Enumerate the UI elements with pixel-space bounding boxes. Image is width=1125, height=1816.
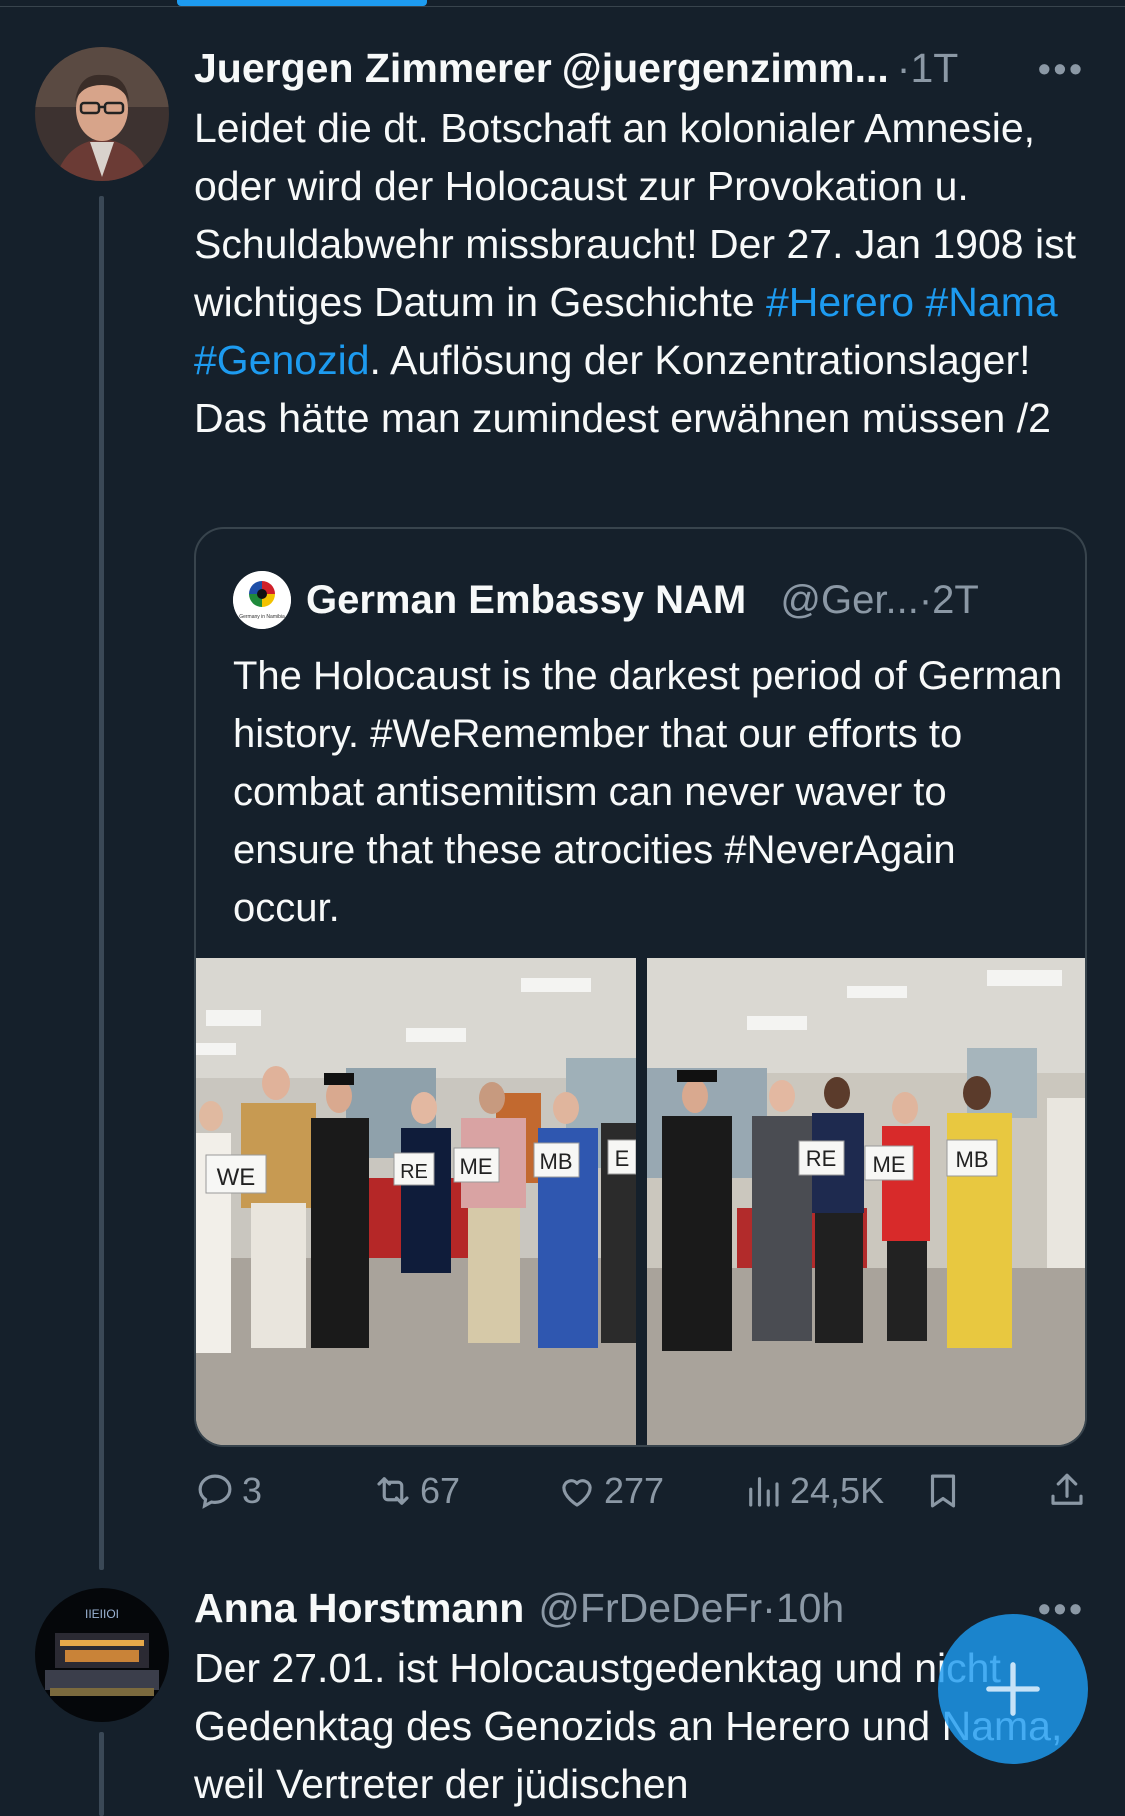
sign-label: WE [217,1164,256,1191]
hashtag-link[interactable]: #Nama [926,279,1058,325]
views-button[interactable]: 24,5K [742,1470,884,1512]
compose-button[interactable] [938,1614,1088,1764]
hashtag-link[interactable]: #Herero [766,279,914,325]
heart-icon [562,1479,592,1507]
quoted-header: German Embassy NAM @Ger...·2T [306,571,979,629]
quoted-avatar-label: Germany in Namibia [239,614,285,620]
photo[interactable]: WE RE ME MB E [196,958,636,1445]
svg-text:ІІЕІІОІ: ІІЕІІОІ [85,1607,119,1621]
quoted-time[interactable]: 2T [932,578,979,622]
thread-line [99,196,104,1570]
author-handle[interactable]: @juergenzimm... [562,44,889,92]
sign-label: ME [460,1154,493,1179]
action-bar: 3 67 277 24,5K [194,1470,1094,1530]
views-count: 24,5K [790,1470,885,1511]
post-header: Juergen Zimmerer @juergenzimm... · 1T [194,44,958,92]
author-handle[interactable]: @FrDeDeFr [538,1584,762,1632]
sign-label: MB [540,1149,573,1174]
quoted-avatar[interactable]: Germany in Namibia [233,571,291,629]
thread-line [99,1732,104,1816]
divider [0,6,1125,7]
repost-icon [377,1477,409,1505]
views-icon [749,1477,779,1507]
sign-label: E [615,1146,630,1171]
sign-label: MB [956,1147,989,1172]
avatar[interactable]: ІІЕІІОІ [35,1588,169,1722]
quoted-author-handle[interactable]: @Ger... [780,578,918,622]
separator-dot: · [762,1585,776,1631]
quoted-post[interactable]: Germany in Namibia German Embassy NAM @G… [194,527,1087,1447]
separator-dot: · [918,578,933,622]
like-count: 277 [604,1470,665,1511]
sign-label: RE [400,1161,428,1183]
share-icon [1051,1473,1083,1505]
sign-label: ME [873,1152,906,1177]
hashtag-link[interactable]: #Genozid [194,337,370,383]
avatar[interactable] [35,47,169,181]
post-header: Anna Horstmann @FrDeDeFr · 10h [194,1584,844,1632]
quoted-text: The Holocaust is the darkest period of G… [233,654,1063,930]
repost-button[interactable]: 67 [372,1470,460,1512]
photo[interactable]: RE ME MB [647,958,1085,1445]
plus-icon [986,1662,1040,1716]
reply-icon [198,1474,232,1509]
post-text: Leidet die dt. Botschaft an kolonialer A… [194,99,1094,447]
more-icon[interactable]: ••• [1038,48,1085,90]
reply-button[interactable]: 3 [194,1470,262,1512]
post-time[interactable]: 1T [910,44,958,92]
bookmark-icon [930,1474,956,1508]
repost-count: 67 [420,1470,461,1511]
bookmark-button[interactable] [922,1470,970,1512]
sign-label: RE [806,1146,837,1171]
quoted-author-name[interactable]: German Embassy NAM [306,578,746,622]
reply-count: 3 [242,1470,263,1511]
post-time[interactable]: 10h [776,1584,844,1632]
separator-dot: · [896,45,911,91]
like-button[interactable]: 277 [556,1470,664,1512]
author-name[interactable]: Juergen Zimmerer [194,44,552,92]
author-name[interactable]: Anna Horstmann [194,1584,524,1632]
share-button[interactable] [1046,1470,1094,1512]
